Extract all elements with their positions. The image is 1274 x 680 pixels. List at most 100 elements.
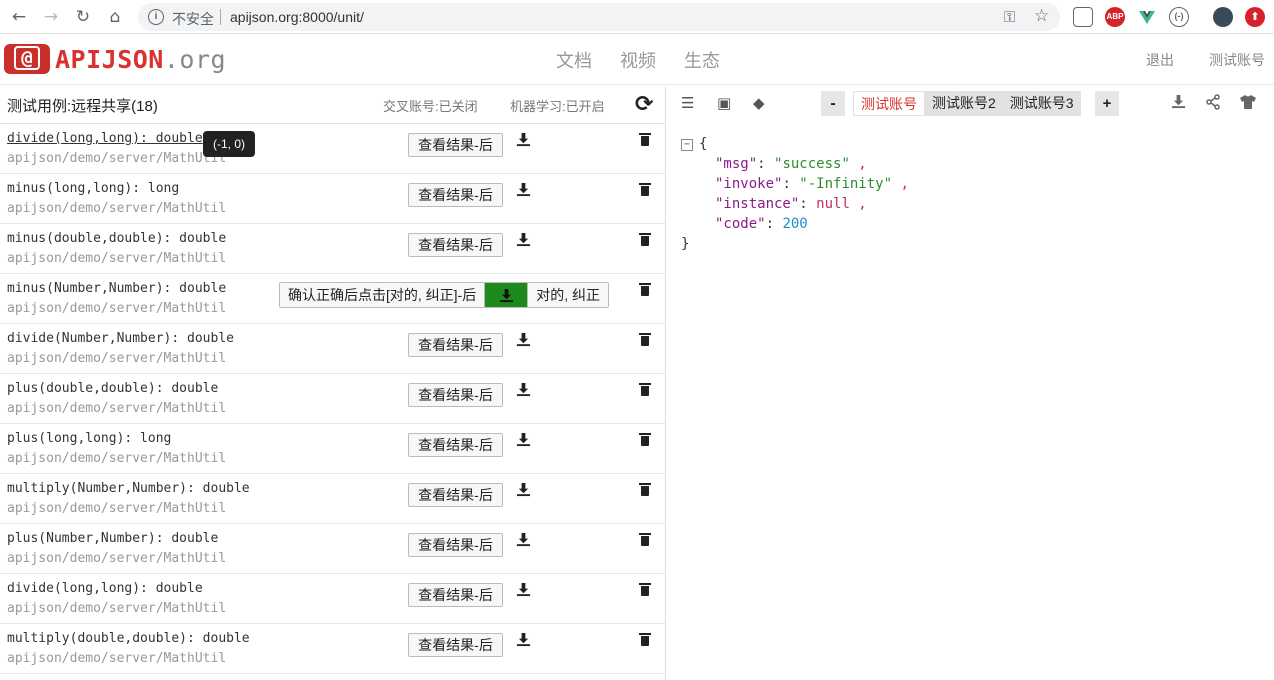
layers-icon[interactable]: ◆ xyxy=(753,94,765,112)
view-result-button[interactable]: 查看结果-后 xyxy=(408,633,503,657)
home-icon[interactable]: ⌂ xyxy=(105,7,125,27)
trash-icon[interactable] xyxy=(638,132,652,148)
test-case-row[interactable]: plus(long,long): long apijson/demo/server… xyxy=(0,424,665,474)
trash-icon[interactable] xyxy=(638,182,652,198)
view-result-button[interactable]: 查看结果-后 xyxy=(408,333,503,357)
test-case-name[interactable]: multiply(Number,Number): double xyxy=(7,481,250,496)
test-case-name[interactable]: divide(Number,Number): double xyxy=(7,331,234,346)
adblock-icon[interactable]: ABP xyxy=(1105,7,1125,27)
test-case-path: apijson/demo/server/MathUtil xyxy=(7,451,227,466)
test-case-row[interactable]: plus(double,double): double apijson/demo/… xyxy=(0,374,665,424)
result-panel: ☰ ▣ ◆ - 测试账号 测试账号2 测试账号3 + −{ "msg": "su… xyxy=(671,86,1274,680)
download-icon[interactable] xyxy=(516,232,531,251)
nav-docs[interactable]: 文档 xyxy=(556,47,592,73)
test-case-row[interactable]: divide(long,long): double apijson/demo/se… xyxy=(0,574,665,624)
download-icon[interactable] xyxy=(485,283,528,307)
test-case-name[interactable]: minus(double,double): double xyxy=(7,231,226,246)
logo-icon[interactable]: @ xyxy=(4,44,50,74)
remove-account-button[interactable]: - xyxy=(821,91,845,116)
extension-icon[interactable]: (-) xyxy=(1169,7,1189,27)
bookmark-star-icon[interactable]: ☆ xyxy=(1034,6,1049,26)
download-icon[interactable] xyxy=(516,582,531,601)
test-case-row[interactable]: minus(double,double): double apijson/demo… xyxy=(0,224,665,274)
download-icon[interactable] xyxy=(516,632,531,651)
url-text[interactable]: apijson.org:8000/unit/ xyxy=(230,9,364,25)
collapse-icon[interactable]: − xyxy=(681,139,693,151)
view-result-button[interactable]: 查看结果-后 xyxy=(408,483,503,507)
account-link[interactable]: 测试账号 xyxy=(1209,50,1265,70)
view-result-button[interactable]: 查看结果-后 xyxy=(408,133,503,157)
tab-account-1[interactable]: 测试账号 xyxy=(853,91,925,116)
view-result-button[interactable]: 查看结果-后 xyxy=(408,383,503,407)
test-case-row[interactable]: divide(Number,Number): double apijson/dem… xyxy=(0,324,665,374)
save-icon[interactable]: ▣ xyxy=(717,94,731,112)
tab-account-2[interactable]: 测试账号2 xyxy=(925,91,1003,116)
confirm-result-button[interactable]: 确认正确后点击[对的, 纠正]-后 xyxy=(280,283,486,307)
trash-icon[interactable] xyxy=(638,332,652,348)
trash-icon[interactable] xyxy=(638,632,652,648)
download-icon[interactable] xyxy=(1171,94,1186,113)
correct-button[interactable]: 对的, 纠正 xyxy=(527,283,609,307)
reload-icon[interactable]: ↻ xyxy=(73,7,93,27)
test-case-row[interactable]: minus(long,long): long apijson/demo/serve… xyxy=(0,174,665,224)
trash-icon[interactable] xyxy=(638,232,652,248)
trash-icon[interactable] xyxy=(638,282,652,298)
update-icon[interactable]: ⬆ xyxy=(1245,7,1265,27)
download-icon[interactable] xyxy=(516,182,531,201)
refresh-icon[interactable]: ⟳ xyxy=(635,92,653,117)
trash-icon[interactable] xyxy=(638,482,652,498)
test-case-row[interactable]: multiply(Number,Number): double apijson/d… xyxy=(0,474,665,524)
add-account-button[interactable]: + xyxy=(1095,91,1119,116)
forward-icon[interactable]: → xyxy=(41,7,61,27)
tab-account-3[interactable]: 测试账号3 xyxy=(1003,91,1081,116)
logo-text[interactable]: APIJSON.org xyxy=(55,45,226,74)
download-icon[interactable] xyxy=(516,482,531,501)
test-case-name[interactable]: plus(Number,Number): double xyxy=(7,531,218,546)
test-case-name[interactable]: minus(long,long): long xyxy=(7,181,179,196)
view-result-button[interactable]: 查看结果-后 xyxy=(408,233,503,257)
share-icon[interactable] xyxy=(1205,94,1221,114)
info-icon[interactable]: i xyxy=(148,9,164,25)
logo-suffix: .org xyxy=(163,45,227,74)
view-result-button[interactable]: 查看结果-后 xyxy=(408,183,503,207)
json-result[interactable]: −{ "msg": "success" , "invoke": "-Infinit… xyxy=(681,134,909,254)
nav-video[interactable]: 视频 xyxy=(620,47,656,73)
download-icon[interactable] xyxy=(516,332,531,351)
test-case-name[interactable]: plus(long,long): long xyxy=(7,431,171,446)
profile-avatar[interactable] xyxy=(1213,7,1233,27)
cross-account-toggle[interactable]: 交叉账号:已关闭 xyxy=(383,96,478,115)
shield-extension-icon[interactable] xyxy=(1073,7,1093,27)
test-case-name[interactable]: divide(long,long): double xyxy=(7,131,203,146)
json-value: "success" xyxy=(774,156,850,172)
address-bar[interactable]: i 不安全 apijson.org:8000/unit/ ⚿ ☆ xyxy=(138,3,1060,31)
test-case-name[interactable]: divide(long,long): double xyxy=(7,581,203,596)
test-case-row[interactable]: plus(Number,Number): double apijson/demo/… xyxy=(0,524,665,574)
view-result-button[interactable]: 查看结果-后 xyxy=(408,433,503,457)
machine-learning-toggle[interactable]: 机器学习:已开启 xyxy=(510,96,605,115)
download-icon[interactable] xyxy=(516,432,531,451)
list-icon[interactable]: ☰ xyxy=(681,94,694,112)
test-case-row[interactable]: multiply(double,double): double apijson/d… xyxy=(0,624,665,674)
view-result-button[interactable]: 查看结果-后 xyxy=(408,533,503,557)
nav-ecosystem[interactable]: 生态 xyxy=(684,47,720,73)
key-icon[interactable]: ⚿ xyxy=(1004,8,1015,26)
test-case-path: apijson/demo/server/MathUtil xyxy=(7,351,227,366)
trash-icon[interactable] xyxy=(638,582,652,598)
trash-icon[interactable] xyxy=(638,432,652,448)
view-result-button[interactable]: 查看结果-后 xyxy=(408,583,503,607)
download-icon[interactable] xyxy=(516,382,531,401)
download-icon[interactable] xyxy=(516,532,531,551)
test-case-name[interactable]: plus(double,double): double xyxy=(7,381,218,396)
back-icon[interactable]: ← xyxy=(9,7,29,27)
test-case-row[interactable]: divide(long,long): double apijson/demo/se… xyxy=(0,124,665,174)
vue-devtools-icon[interactable] xyxy=(1137,7,1157,27)
test-case-row[interactable]: minus(Number,Number): double apijson/demo… xyxy=(0,274,665,324)
test-case-name[interactable]: minus(Number,Number): double xyxy=(7,281,226,296)
test-case-name[interactable]: multiply(double,double): double xyxy=(7,631,250,646)
theme-shirt-icon[interactable] xyxy=(1239,94,1257,114)
download-icon[interactable] xyxy=(516,132,531,151)
logout-link[interactable]: 退出 xyxy=(1146,50,1174,70)
trash-icon[interactable] xyxy=(638,382,652,398)
test-case-path: apijson/demo/server/MathUtil xyxy=(7,401,227,416)
trash-icon[interactable] xyxy=(638,532,652,548)
